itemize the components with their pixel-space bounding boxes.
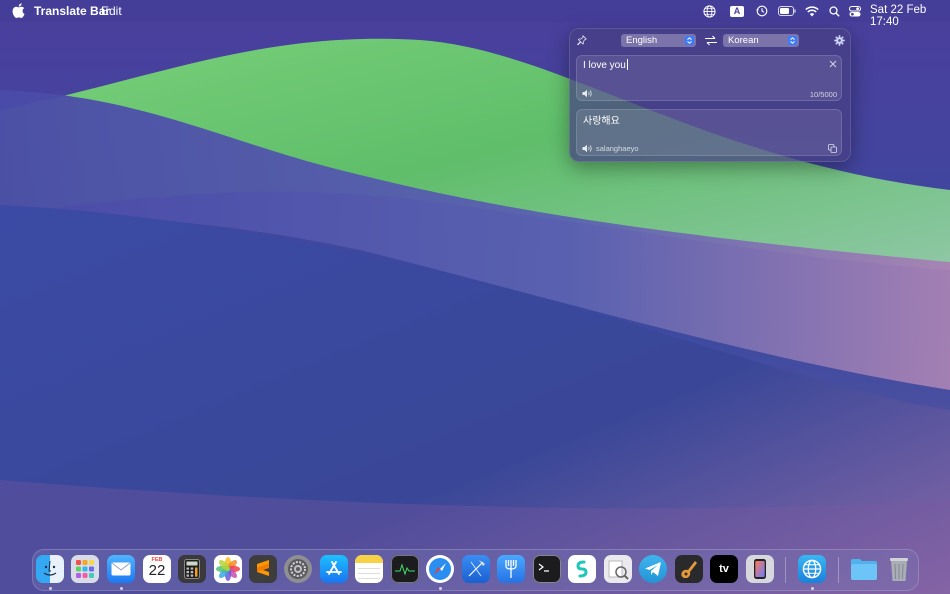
- translated-text-field: 사랑해요 salanghaeyo: [576, 109, 842, 156]
- dock-calendar-icon[interactable]: FEB 22: [143, 555, 171, 583]
- dock-xcode-icon[interactable]: [462, 555, 490, 583]
- dock-separator: [838, 557, 839, 583]
- dock-safari-icon[interactable]: [426, 555, 454, 583]
- target-language-select[interactable]: Korean: [723, 34, 799, 47]
- updown-chevron-icon: [788, 36, 797, 45]
- dock-sublime-text-icon[interactable]: [249, 555, 277, 583]
- apple-logo-icon[interactable]: [12, 3, 25, 18]
- dock-separator: [785, 557, 786, 583]
- dock-launchpad-icon[interactable]: [71, 555, 99, 583]
- clear-text-icon[interactable]: [829, 60, 837, 68]
- dock-calculator-icon[interactable]: [178, 555, 206, 583]
- speaker-translation-icon[interactable]: [582, 144, 593, 153]
- menu-bar-clock[interactable]: Sat 22 Feb 17:40: [870, 4, 950, 28]
- dock-telegram-icon[interactable]: [639, 555, 667, 583]
- dock-system-settings-icon[interactable]: [284, 555, 312, 583]
- character-count: 10/5000: [809, 90, 837, 99]
- dock-preview-icon[interactable]: [604, 555, 632, 583]
- translated-text-content: 사랑해요: [583, 116, 620, 127]
- source-text-content[interactable]: I love you: [583, 59, 628, 71]
- source-text-field[interactable]: I love you 10/5000: [576, 55, 842, 101]
- settings-gear-icon[interactable]: [834, 35, 845, 46]
- input-source-icon[interactable]: A: [729, 0, 745, 22]
- dock: FEB 22 tv: [32, 549, 919, 591]
- menu-bar: Translate Bar Edit A Sat 22 Feb 17:40: [0, 0, 950, 28]
- source-language-label: English: [626, 35, 658, 46]
- dock-simulator-icon[interactable]: [746, 555, 774, 583]
- apple-tv-label: tv: [719, 563, 729, 575]
- dock-surfshark-icon[interactable]: [568, 555, 596, 583]
- target-language-label: Korean: [728, 35, 759, 46]
- calendar-day: 22: [148, 562, 166, 579]
- dock-garageband-icon[interactable]: [675, 555, 703, 583]
- app-name-menu[interactable]: Translate Bar: [34, 4, 110, 18]
- swap-languages-icon[interactable]: [704, 35, 718, 46]
- wifi-icon[interactable]: [804, 0, 820, 22]
- running-indicator: [48, 587, 52, 590]
- dock-translate-bar-icon[interactable]: [798, 555, 826, 583]
- dock-downloads-folder-icon[interactable]: [850, 555, 878, 583]
- input-source-letter: A: [730, 5, 744, 17]
- speaker-source-icon[interactable]: [582, 89, 593, 98]
- control-center-icon[interactable]: [848, 0, 862, 22]
- battery-icon[interactable]: [777, 0, 797, 22]
- running-indicator: [438, 587, 442, 590]
- running-indicator: [119, 587, 123, 590]
- time-machine-icon[interactable]: [754, 0, 770, 22]
- dock-apple-tv-icon[interactable]: tv: [710, 555, 738, 583]
- dock-terminal-icon[interactable]: [533, 555, 561, 583]
- dock-notes-icon[interactable]: [355, 555, 383, 583]
- dock-fork-icon[interactable]: [497, 555, 525, 583]
- menu-edit[interactable]: Edit: [101, 4, 122, 18]
- running-indicator: [810, 587, 814, 590]
- dock-mail-icon[interactable]: [107, 555, 135, 583]
- dock-finder-icon[interactable]: [36, 555, 64, 583]
- source-language-select[interactable]: English: [621, 34, 696, 47]
- pin-icon[interactable]: [577, 35, 587, 46]
- text-caret: [626, 59, 628, 70]
- dock-photos-icon[interactable]: [214, 555, 242, 583]
- dock-app-store-icon[interactable]: [320, 555, 348, 583]
- romanization-text: salanghaeyo: [596, 144, 639, 153]
- copy-icon[interactable]: [828, 144, 837, 153]
- translate-globe-icon[interactable]: [701, 0, 717, 22]
- translate-popover: English Korean I love you 10/5000 사랑해요 s…: [569, 28, 851, 162]
- updown-chevron-icon: [685, 36, 694, 45]
- dock-activity-monitor-icon[interactable]: [391, 555, 419, 583]
- dock-trash-icon[interactable]: [885, 555, 913, 583]
- spotlight-search-icon[interactable]: [827, 0, 841, 22]
